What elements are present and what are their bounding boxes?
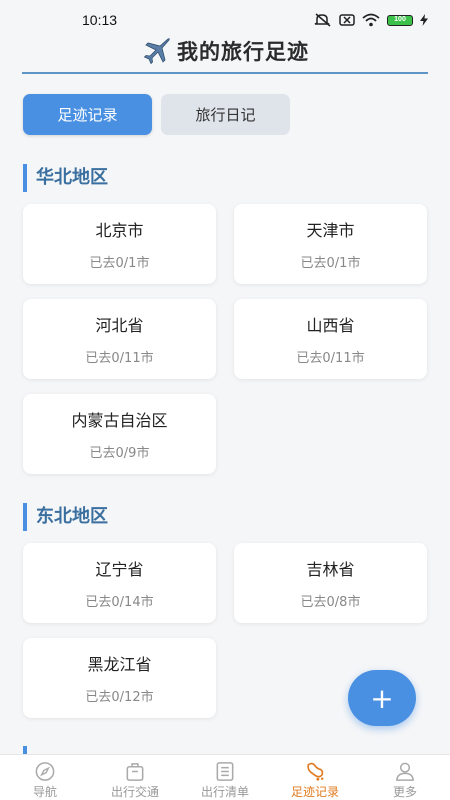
province-name: 河北省: [95, 316, 144, 335]
nav-label: 更多: [392, 785, 417, 799]
visited-count: 已去0/1市: [89, 256, 150, 271]
province-card-hebei[interactable]: 河北省 已去0/11市: [23, 299, 216, 379]
visited-count: 已去0/14市: [85, 595, 154, 610]
province-card-liaoning[interactable]: 辽宁省 已去0/14市: [23, 543, 216, 623]
suitcase-icon: [126, 763, 144, 781]
province-name: 黑龙江省: [87, 655, 152, 674]
region-title-partial: [23, 746, 36, 754]
checklist-icon: [216, 762, 234, 781]
mute-icon: [314, 13, 331, 27]
region-title-northeast: 东北地区: [23, 503, 108, 531]
visited-count: 已去0/8市: [300, 595, 361, 610]
header-divider: [22, 72, 428, 74]
airplane-icon: [143, 38, 170, 65]
wifi-icon: [362, 13, 380, 27]
page-header: 我的旅行足迹: [0, 28, 450, 74]
tab-footprint-records[interactable]: 足迹记录: [23, 94, 152, 135]
compass-icon: [35, 762, 55, 781]
province-card-tianjin[interactable]: 天津市 已去0/1市: [234, 204, 427, 284]
province-card-heilongjiang[interactable]: 黑龙江省 已去0/12市: [23, 638, 216, 718]
battery-icon: 100: [387, 14, 413, 26]
province-name: 天津市: [306, 221, 355, 240]
nav-label: 足迹记录: [290, 785, 339, 799]
visited-count: 已去0/11市: [85, 351, 154, 366]
no-sim-icon: [339, 14, 355, 26]
page-title: 我的旅行足迹: [177, 40, 309, 64]
bottom-nav: 导航 出行交通 出行清单 足迹记录 更多: [0, 754, 450, 800]
province-card-inner-mongolia[interactable]: 内蒙古自治区 已去0/9市: [23, 394, 216, 474]
visited-count: 已去0/1市: [300, 256, 361, 271]
province-name: 内蒙古自治区: [71, 411, 168, 430]
tab-travel-diary[interactable]: 旅行日记: [161, 94, 290, 135]
nav-label: 导航: [32, 785, 57, 799]
province-name: 吉林省: [306, 560, 355, 579]
province-name: 山西省: [306, 316, 355, 335]
add-button[interactable]: +: [348, 670, 416, 726]
province-card-jilin[interactable]: 吉林省 已去0/8市: [234, 543, 427, 623]
visited-count: 已去0/11市: [296, 351, 365, 366]
province-name: 北京市: [95, 221, 144, 240]
nav-item-more[interactable]: 更多: [360, 755, 450, 800]
charging-icon: [420, 14, 428, 26]
nav-item-transport[interactable]: 出行交通: [90, 755, 180, 800]
person-icon: [396, 762, 414, 781]
nav-label: 出行交通: [110, 785, 159, 799]
province-card-shanxi[interactable]: 山西省 已去0/11市: [234, 299, 427, 379]
region-title-north-china: 华北地区: [23, 164, 108, 192]
visited-count: 已去0/9市: [89, 446, 150, 461]
nav-item-checklist[interactable]: 出行清单: [180, 755, 270, 800]
province-name: 辽宁省: [95, 560, 144, 579]
nav-label: 出行清单: [200, 785, 249, 799]
nav-item-navigation[interactable]: 导航: [0, 755, 90, 800]
tab-bar: 足迹记录 旅行日记: [23, 94, 290, 135]
status-time: 10:13: [82, 12, 118, 28]
footprint-icon: [307, 762, 324, 781]
nav-item-footprints[interactable]: 足迹记录: [270, 755, 360, 800]
visited-count: 已去0/12市: [85, 690, 154, 705]
status-icons: 100: [314, 13, 428, 27]
province-card-beijing[interactable]: 北京市 已去0/1市: [23, 204, 216, 284]
